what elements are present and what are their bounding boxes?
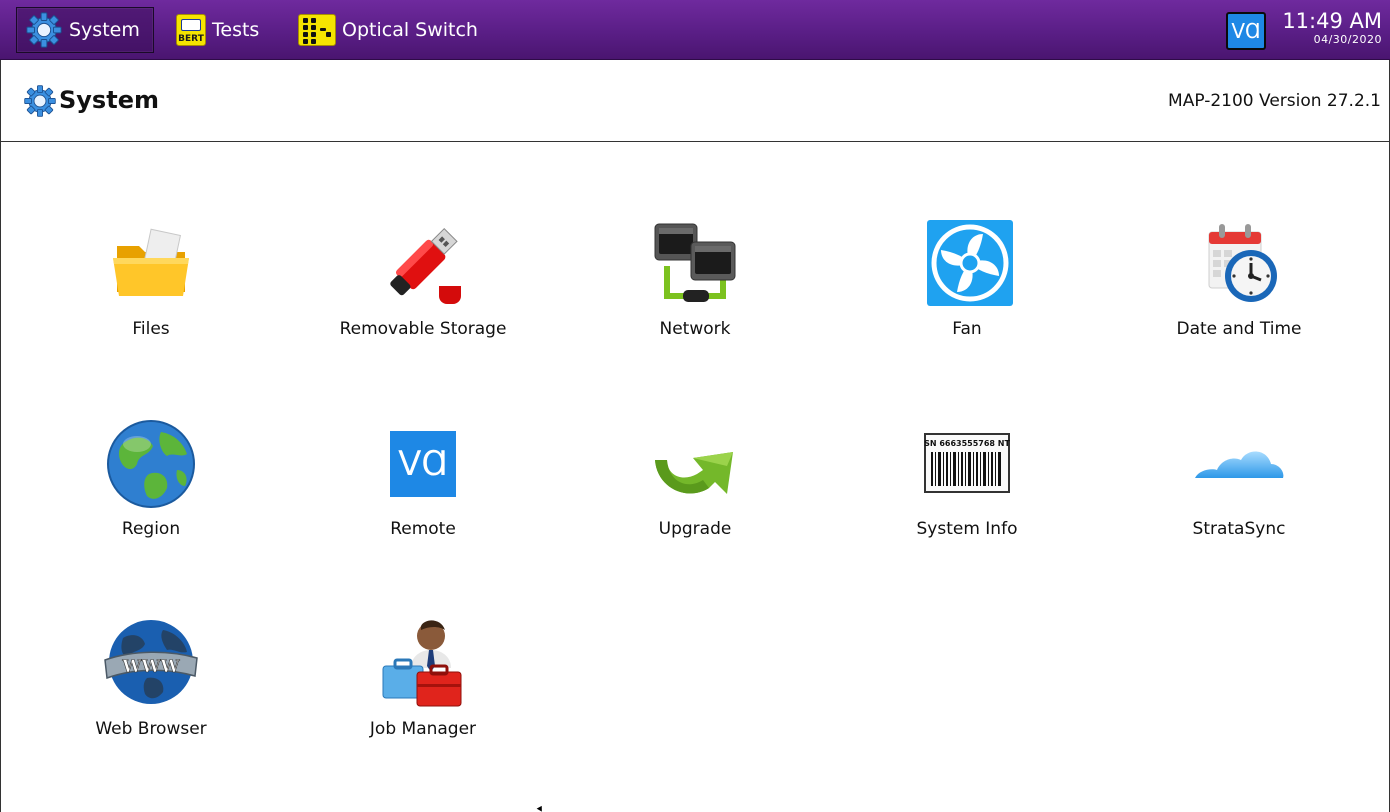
svg-text:WWW: WWW (121, 657, 180, 677)
version-text: MAP-2100 Version 27.2.1 (1168, 91, 1381, 111)
tile-label: Remote (390, 519, 456, 539)
clock-time: 11:49 AM (1282, 9, 1382, 33)
tab-optical-switch[interactable]: Optical Switch (290, 7, 500, 53)
tile-remote[interactable]: VⱭ Remote (313, 416, 533, 556)
usb-drive-icon (390, 227, 461, 304)
tile-label: Files (132, 319, 170, 339)
tile-stratasync[interactable]: StrataSync (1129, 416, 1349, 556)
tile-web-browser[interactable]: WWW Web Browser (41, 616, 261, 756)
tile-label: Network (659, 319, 731, 339)
gear-icon (26, 12, 62, 48)
tile-job-manager[interactable]: Job Manager (313, 616, 533, 756)
tab-system[interactable]: System (16, 7, 154, 53)
page-title: System (59, 86, 159, 114)
optical-switch-icon (298, 14, 336, 46)
tile-label: Upgrade (658, 519, 732, 539)
upgrade-arrow-icon (655, 452, 733, 494)
vnc-status-icon[interactable]: VⱭ (1226, 12, 1266, 50)
tile-date-and-time[interactable]: Date and Time (1129, 216, 1349, 356)
tile-label: Fan (952, 319, 982, 339)
svg-text:SN 6663555768 NT: SN 6663555768 NT (924, 439, 1010, 448)
globe-icon (107, 420, 195, 508)
tab-tests-label: Tests (212, 19, 260, 41)
tile-region[interactable]: Region (41, 416, 261, 556)
tile-upgrade[interactable]: Upgrade (585, 416, 805, 556)
vnc-icon: VⱭ (375, 416, 471, 512)
tile-removable-storage[interactable]: Removable Storage (313, 216, 533, 356)
tile-label: System Info (916, 519, 1018, 539)
tile-system-info[interactable]: SN 6663555768 NT System Info (857, 416, 1077, 556)
www-globe-icon: WWW (104, 620, 198, 704)
clock-date: 04/30/2020 (1313, 33, 1382, 46)
folder-icon (113, 228, 189, 296)
bert-icon: BERT (176, 14, 206, 46)
tile-label: Date and Time (1176, 319, 1302, 339)
page-header: System MAP-2100 Version 27.2.1 (0, 60, 1390, 142)
tile-label: Region (121, 519, 181, 539)
tab-tests[interactable]: BERT Tests (168, 7, 280, 53)
network-icon (654, 223, 736, 302)
tab-optical-switch-label: Optical Switch (342, 19, 478, 41)
tile-label: Removable Storage (339, 319, 507, 339)
system-menu-grid: Files Removable Storage Network Fan Date… (0, 142, 1390, 812)
top-bar: System BERT Tests Optical Switch VⱭ 11:4… (0, 0, 1390, 60)
tile-network[interactable]: Network (585, 216, 805, 356)
barcode-icon: SN 6663555768 NT (924, 433, 1010, 493)
job-manager-icon (382, 620, 462, 707)
tile-label: StrataSync (1192, 519, 1286, 539)
calendar-clock-icon (1208, 224, 1277, 302)
tile-files[interactable]: Files (41, 216, 261, 356)
tab-system-label: System (69, 19, 140, 41)
tile-label: Job Manager (369, 719, 477, 739)
cloud-icon (1195, 451, 1284, 478)
gear-icon (24, 85, 56, 117)
fan-icon (927, 220, 1013, 306)
tile-label: Web Browser (95, 719, 207, 739)
clock: 11:49 AM 04/30/2020 (1272, 9, 1382, 47)
tile-fan[interactable]: Fan (857, 216, 1077, 356)
